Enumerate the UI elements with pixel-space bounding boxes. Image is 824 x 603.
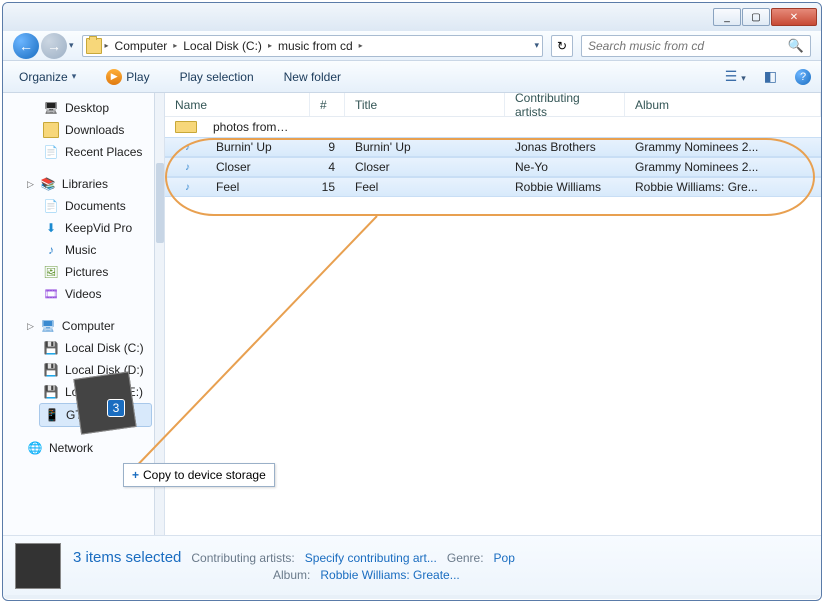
recent-icon: 📄 [43, 144, 59, 160]
sidebar-item-pictures[interactable]: 🖼Pictures [3, 261, 164, 283]
selection-count: 3 items selected [73, 549, 181, 566]
sidebar-item-music[interactable]: ♪Music [3, 239, 164, 261]
column-header-num[interactable]: # [310, 93, 345, 116]
help-button[interactable]: ? [795, 69, 811, 85]
device-icon: 📱 [44, 407, 60, 423]
folder-icon [43, 122, 59, 138]
column-header-artist[interactable]: Contributing artists [505, 93, 625, 116]
refresh-icon: ↻ [557, 39, 567, 53]
plus-icon: + [132, 468, 139, 482]
computer-icon: 🖥 [40, 318, 56, 334]
desktop-icon: 🖥 [43, 100, 59, 116]
breadcrumb-seg[interactable]: Computer [112, 39, 171, 53]
app-icon: ⬇ [43, 220, 59, 236]
expand-icon[interactable]: ▷ [27, 179, 34, 190]
preview-pane-button[interactable]: ◧ [764, 68, 777, 85]
music-icon: ♪ [43, 242, 59, 258]
folder-icon [175, 121, 197, 133]
search-input[interactable] [588, 39, 788, 53]
search-box[interactable]: 🔍 [581, 35, 811, 57]
sidebar-item-downloads[interactable]: Downloads [3, 119, 164, 141]
search-icon: 🔍 [788, 38, 804, 54]
details-pane: 3 items selected Contributing artists: S… [3, 535, 821, 595]
file-row-music[interactable]: ♪Burnin' Up 9 Burnin' Up Jonas Brothers … [165, 137, 821, 157]
network-icon: 🌐 [27, 440, 43, 456]
back-button[interactable]: ← [13, 33, 39, 59]
libraries-icon: 📚 [40, 176, 56, 192]
music-file-icon: ♪ [175, 182, 200, 193]
details-label: Genre: [447, 551, 484, 565]
details-thumbnail [15, 543, 61, 589]
documents-icon: 📄 [43, 198, 59, 214]
titlebar: _ ▢ ✕ [3, 3, 821, 31]
disk-icon: 💾 [43, 384, 59, 400]
chevron-down-icon: ▾ [72, 71, 77, 82]
disk-icon: 💾 [43, 362, 59, 378]
details-label: Album: [273, 568, 310, 582]
address-bar: ← → ▾ ▸ Computer ▸ Local Disk (C:) ▸ mus… [3, 31, 821, 61]
sidebar-item-computer[interactable]: ▷🖥Computer [3, 315, 164, 337]
drag-count-badge: 3 [107, 399, 125, 417]
column-header-name[interactable]: Name [165, 93, 310, 116]
sidebar-item-libraries[interactable]: ▷📚Libraries [3, 173, 164, 195]
breadcrumb-separator-icon[interactable]: ▸ [173, 41, 177, 50]
drag-thumbnail-image [73, 371, 136, 434]
column-header-title[interactable]: Title [345, 93, 505, 116]
breadcrumb-seg[interactable]: music from cd [275, 39, 356, 53]
column-header-row: Name # Title Contributing artists Album [165, 93, 821, 117]
details-value[interactable]: Robbie Williams: Greate... [320, 568, 459, 582]
sidebar-item-recent[interactable]: 📄Recent Places [3, 141, 164, 163]
maximize-button[interactable]: ▢ [742, 8, 770, 26]
sidebar-item-desktop[interactable]: 🖥Desktop [3, 97, 164, 119]
close-button[interactable]: ✕ [771, 8, 817, 26]
breadcrumb[interactable]: ▸ Computer ▸ Local Disk (C:) ▸ music fro… [82, 35, 543, 57]
details-value[interactable]: Specify contributing art... [305, 551, 437, 565]
file-row-music[interactable]: ♪Feel 15 Feel Robbie Williams Robbie Wil… [165, 177, 821, 197]
expand-icon[interactable]: ▷ [27, 321, 34, 332]
disk-icon: 💾 [43, 340, 59, 356]
explorer-window: _ ▢ ✕ ← → ▾ ▸ Computer ▸ Local Disk (C:)… [2, 2, 822, 601]
music-file-icon: ♪ [175, 162, 200, 173]
breadcrumb-separator-icon[interactable]: ▸ [268, 41, 272, 50]
details-value[interactable]: Pop [494, 551, 515, 565]
details-label: Contributing artists: [191, 551, 294, 565]
minimize-button[interactable]: _ [713, 8, 741, 26]
videos-icon: 🎞 [43, 286, 59, 302]
drag-tooltip-text: Copy to device storage [143, 468, 266, 482]
file-row-folder[interactable]: photos from iPhone [165, 117, 821, 137]
pictures-icon: 🖼 [43, 264, 59, 280]
sidebar-item-videos[interactable]: 🎞Videos [3, 283, 164, 305]
play-icon: ▶ [106, 69, 122, 85]
new-folder-button[interactable]: New folder [278, 68, 347, 86]
refresh-button[interactable]: ↻ [551, 35, 573, 57]
address-dropdown-icon[interactable]: ▾ [534, 40, 539, 51]
organize-button[interactable]: Organize ▾ [13, 68, 82, 86]
play-button[interactable]: ▶Play [100, 67, 155, 87]
forward-button[interactable]: → [41, 33, 67, 59]
view-options-button[interactable]: ☰ ▾ [725, 68, 746, 85]
play-selection-button[interactable]: Play selection [174, 68, 260, 86]
history-dropdown-icon[interactable]: ▾ [69, 40, 74, 51]
toolbar: Organize ▾ ▶Play Play selection New fold… [3, 61, 821, 93]
sidebar-item-documents[interactable]: 📄Documents [3, 195, 164, 217]
breadcrumb-seg[interactable]: Local Disk (C:) [180, 39, 265, 53]
column-header-album[interactable]: Album [625, 93, 821, 116]
drag-preview: 3 [63, 361, 153, 447]
breadcrumb-separator-icon[interactable]: ▸ [105, 41, 109, 50]
sidebar-item-drive[interactable]: 💾Local Disk (C:) [3, 337, 164, 359]
sidebar-item-keepvid[interactable]: ⬇KeepVid Pro [3, 217, 164, 239]
music-file-icon: ♪ [175, 142, 200, 153]
drag-tooltip: + Copy to device storage [123, 463, 275, 487]
breadcrumb-separator-icon[interactable]: ▸ [359, 41, 363, 50]
file-row-music[interactable]: ♪Closer 4 Closer Ne-Yo Grammy Nominees 2… [165, 157, 821, 177]
folder-icon [86, 38, 102, 54]
